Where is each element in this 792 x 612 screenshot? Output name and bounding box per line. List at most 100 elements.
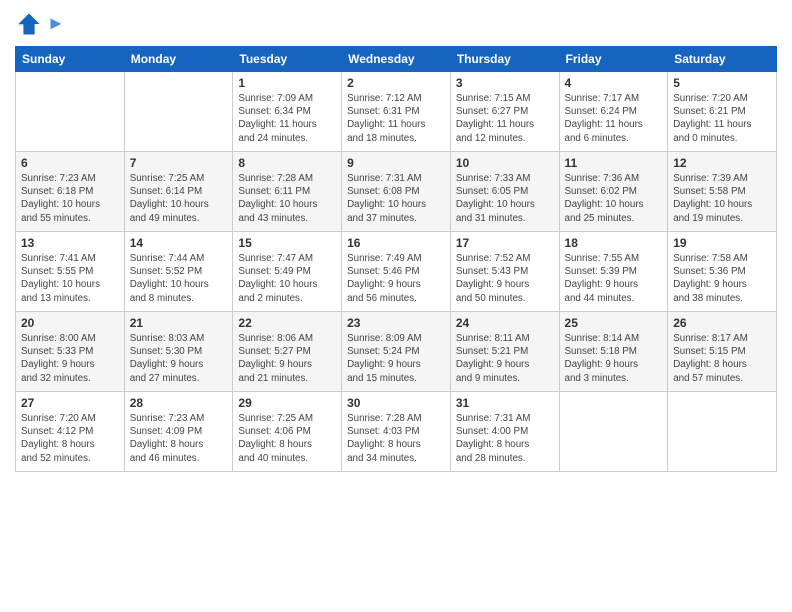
day-number: 13 — [21, 236, 119, 250]
calendar-cell: 3Sunrise: 7:15 AM Sunset: 6:27 PM Daylig… — [450, 72, 559, 152]
day-info: Sunrise: 7:23 AM Sunset: 4:09 PM Dayligh… — [130, 412, 228, 465]
day-info: Sunrise: 7:17 AM Sunset: 6:24 PM Dayligh… — [565, 92, 663, 145]
week-row-3: 13 Sunrise: 7:41 AM Sunset: 5:55 PM Dayli… — [16, 232, 777, 312]
week-row-4: 20 Sunrise: 8:00 AM Sunset: 5:33 PM Dayli… — [16, 312, 777, 392]
calendar-cell: 1 Sunrise: 7:09 AM Sunset: 6:34 PM Daylig… — [233, 72, 342, 152]
calendar-table: SundayMondayTuesdayWednesdayThursdayFrid… — [15, 46, 777, 472]
weekday-header-wednesday: Wednesday — [342, 47, 451, 72]
day-info: Sunrise: 7:31 AM Sunset: 6:08 PM Dayligh… — [347, 172, 445, 225]
day-info: Sunrise: 7:41 AM Sunset: 5:55 PM Dayligh… — [21, 252, 119, 305]
day-info: Sunrise: 7:44 AM Sunset: 5:52 PM Dayligh… — [130, 252, 228, 305]
day-info: Sunrise: 8:00 AM Sunset: 5:33 PM Dayligh… — [21, 332, 119, 385]
calendar-cell: 21 Sunrise: 8:03 AM Sunset: 5:30 PM Dayli… — [124, 312, 233, 392]
week-row-2: 6Sunrise: 7:23 AM Sunset: 6:18 PM Daylig… — [16, 152, 777, 232]
calendar-cell — [16, 72, 125, 152]
day-number: 16 — [347, 236, 445, 250]
day-info: Sunrise: 7:28 AM Sunset: 6:11 PM Dayligh… — [238, 172, 336, 225]
calendar-cell: 15 Sunrise: 7:47 AM Sunset: 5:49 PM Dayli… — [233, 232, 342, 312]
day-info: Sunrise: 7:47 AM Sunset: 5:49 PM Dayligh… — [238, 252, 336, 305]
calendar-cell: 22 Sunrise: 8:06 AM Sunset: 5:27 PM Dayli… — [233, 312, 342, 392]
calendar-cell: 25 Sunrise: 8:14 AM Sunset: 5:18 PM Dayli… — [559, 312, 668, 392]
weekday-header-thursday: Thursday — [450, 47, 559, 72]
calendar-cell — [124, 72, 233, 152]
calendar-cell: 24 Sunrise: 8:11 AM Sunset: 5:21 PM Dayli… — [450, 312, 559, 392]
day-info: Sunrise: 8:09 AM Sunset: 5:24 PM Dayligh… — [347, 332, 445, 385]
calendar-cell: 26Sunrise: 8:17 AM Sunset: 5:15 PM Dayli… — [668, 312, 777, 392]
week-row-5: 27 Sunrise: 7:20 AM Sunset: 4:12 PM Dayli… — [16, 392, 777, 472]
calendar-cell: 10 Sunrise: 7:33 AM Sunset: 6:05 PM Dayli… — [450, 152, 559, 232]
day-info: Sunrise: 8:14 AM Sunset: 5:18 PM Dayligh… — [565, 332, 663, 385]
day-info: Sunrise: 7:20 AM Sunset: 4:12 PM Dayligh… — [21, 412, 119, 465]
calendar-cell — [668, 392, 777, 472]
day-number: 1 — [238, 76, 336, 90]
calendar-cell — [559, 392, 668, 472]
day-number: 14 — [130, 236, 228, 250]
day-number: 8 — [238, 156, 336, 170]
weekday-header-monday: Monday — [124, 47, 233, 72]
weekday-header-saturday: Saturday — [668, 47, 777, 72]
day-info: Sunrise: 7:25 AM Sunset: 6:14 PM Dayligh… — [130, 172, 228, 225]
calendar-cell: 12 Sunrise: 7:39 AM Sunset: 5:58 PM Dayli… — [668, 152, 777, 232]
day-number: 19 — [673, 236, 771, 250]
week-row-1: 1 Sunrise: 7:09 AM Sunset: 6:34 PM Daylig… — [16, 72, 777, 152]
weekday-header-tuesday: Tuesday — [233, 47, 342, 72]
day-info: Sunrise: 8:03 AM Sunset: 5:30 PM Dayligh… — [130, 332, 228, 385]
calendar-cell: 9 Sunrise: 7:31 AM Sunset: 6:08 PM Daylig… — [342, 152, 451, 232]
day-info: Sunrise: 7:31 AM Sunset: 4:00 PM Dayligh… — [456, 412, 554, 465]
calendar-cell: 8 Sunrise: 7:28 AM Sunset: 6:11 PM Daylig… — [233, 152, 342, 232]
day-number: 27 — [21, 396, 119, 410]
day-info: Sunrise: 7:12 AM Sunset: 6:31 PM Dayligh… — [347, 92, 445, 145]
day-number: 20 — [21, 316, 119, 330]
day-number: 22 — [238, 316, 336, 330]
day-number: 11 — [565, 156, 663, 170]
day-number: 17 — [456, 236, 554, 250]
day-number: 7 — [130, 156, 228, 170]
day-number: 21 — [130, 316, 228, 330]
calendar-cell: 20 Sunrise: 8:00 AM Sunset: 5:33 PM Dayli… — [16, 312, 125, 392]
day-info: Sunrise: 7:39 AM Sunset: 5:58 PM Dayligh… — [673, 172, 771, 225]
calendar-cell: 19 Sunrise: 7:58 AM Sunset: 5:36 PM Dayli… — [668, 232, 777, 312]
calendar-cell: 30Sunrise: 7:28 AM Sunset: 4:03 PM Dayli… — [342, 392, 451, 472]
day-number: 5 — [673, 76, 771, 90]
day-number: 28 — [130, 396, 228, 410]
day-number: 24 — [456, 316, 554, 330]
page: ► SundayMondayTuesdayWednesdayThursdayFr… — [0, 0, 792, 612]
day-info: Sunrise: 8:06 AM Sunset: 5:27 PM Dayligh… — [238, 332, 336, 385]
day-info: Sunrise: 7:58 AM Sunset: 5:36 PM Dayligh… — [673, 252, 771, 305]
day-info: Sunrise: 8:11 AM Sunset: 5:21 PM Dayligh… — [456, 332, 554, 385]
calendar-cell: 18Sunrise: 7:55 AM Sunset: 5:39 PM Dayli… — [559, 232, 668, 312]
calendar-cell: 14 Sunrise: 7:44 AM Sunset: 5:52 PM Dayli… — [124, 232, 233, 312]
logo-text: ► — [47, 14, 65, 34]
day-number: 30 — [347, 396, 445, 410]
day-info: Sunrise: 7:09 AM Sunset: 6:34 PM Dayligh… — [238, 92, 336, 145]
day-info: Sunrise: 7:20 AM Sunset: 6:21 PM Dayligh… — [673, 92, 771, 145]
day-number: 9 — [347, 156, 445, 170]
calendar-cell: 16Sunrise: 7:49 AM Sunset: 5:46 PM Dayli… — [342, 232, 451, 312]
calendar-cell: 6Sunrise: 7:23 AM Sunset: 6:18 PM Daylig… — [16, 152, 125, 232]
day-info: Sunrise: 7:52 AM Sunset: 5:43 PM Dayligh… — [456, 252, 554, 305]
logo: ► — [15, 10, 65, 38]
header: ► — [15, 10, 777, 38]
day-number: 18 — [565, 236, 663, 250]
day-info: Sunrise: 7:33 AM Sunset: 6:05 PM Dayligh… — [456, 172, 554, 225]
weekday-header-friday: Friday — [559, 47, 668, 72]
calendar-cell: 2 Sunrise: 7:12 AM Sunset: 6:31 PM Daylig… — [342, 72, 451, 152]
logo-icon — [15, 10, 43, 38]
calendar-cell: 31Sunrise: 7:31 AM Sunset: 4:00 PM Dayli… — [450, 392, 559, 472]
day-number: 12 — [673, 156, 771, 170]
calendar-cell: 7 Sunrise: 7:25 AM Sunset: 6:14 PM Daylig… — [124, 152, 233, 232]
day-info: Sunrise: 7:36 AM Sunset: 6:02 PM Dayligh… — [565, 172, 663, 225]
calendar-cell: 17 Sunrise: 7:52 AM Sunset: 5:43 PM Dayli… — [450, 232, 559, 312]
day-number: 23 — [347, 316, 445, 330]
calendar-cell: 27 Sunrise: 7:20 AM Sunset: 4:12 PM Dayli… — [16, 392, 125, 472]
day-info: Sunrise: 7:15 AM Sunset: 6:27 PM Dayligh… — [456, 92, 554, 145]
day-number: 25 — [565, 316, 663, 330]
day-info: Sunrise: 8:17 AM Sunset: 5:15 PM Dayligh… — [673, 332, 771, 385]
weekday-header-row: SundayMondayTuesdayWednesdayThursdayFrid… — [16, 47, 777, 72]
weekday-header-sunday: Sunday — [16, 47, 125, 72]
day-number: 10 — [456, 156, 554, 170]
day-info: Sunrise: 7:25 AM Sunset: 4:06 PM Dayligh… — [238, 412, 336, 465]
calendar-cell: 29Sunrise: 7:25 AM Sunset: 4:06 PM Dayli… — [233, 392, 342, 472]
day-number: 15 — [238, 236, 336, 250]
day-number: 2 — [347, 76, 445, 90]
